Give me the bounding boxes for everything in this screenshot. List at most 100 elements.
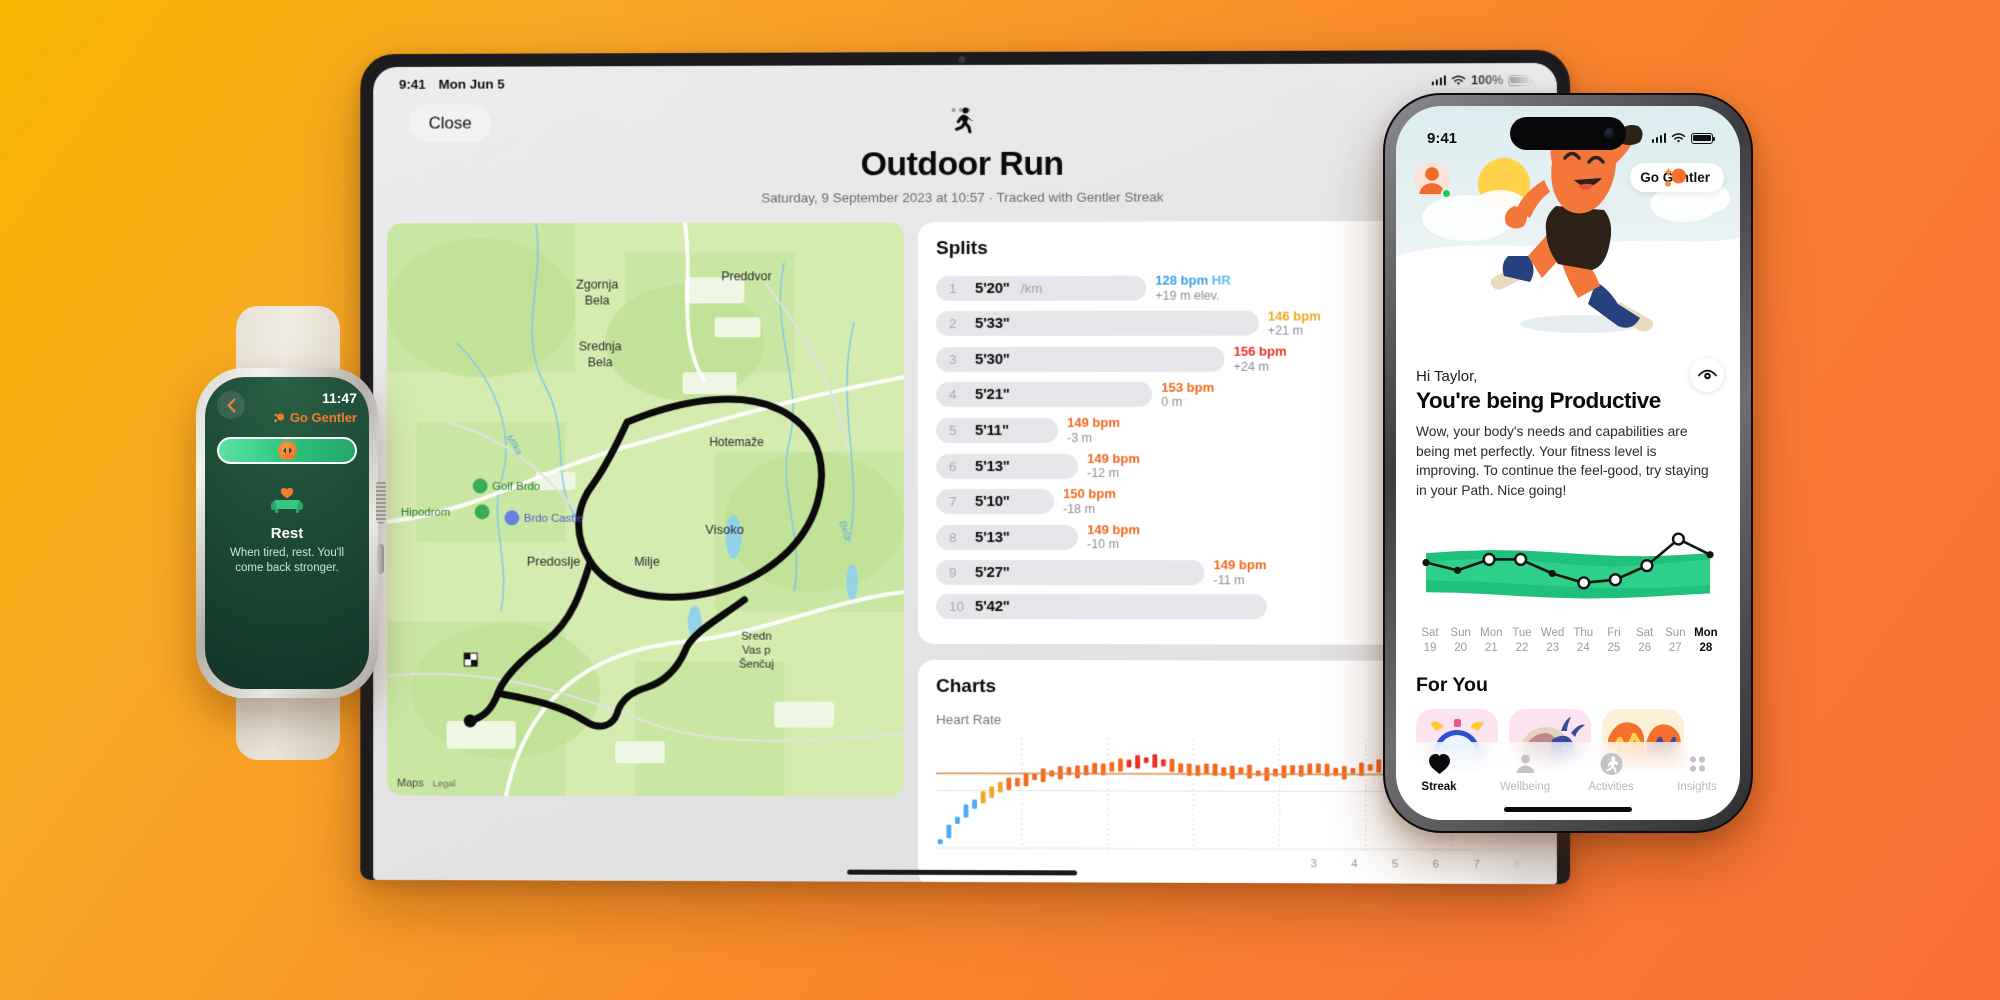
svg-text:Šenčuj: Šenčuj	[739, 658, 774, 671]
split-elevation: +19 m elev.	[1155, 288, 1220, 303]
split-index: 6	[949, 458, 957, 474]
gentler-path-slider[interactable]	[217, 437, 357, 464]
week-day-label[interactable]: Fri 25	[1602, 626, 1626, 655]
battery-icon	[1691, 132, 1716, 144]
split-elevation: -11 m	[1213, 573, 1245, 588]
digital-crown[interactable]	[376, 480, 386, 524]
rest-couch-heart-icon	[271, 487, 303, 513]
split-bar: 6 5'13"	[936, 453, 1079, 479]
week-day-label[interactable]: Sun 27	[1663, 626, 1687, 655]
split-index: 8	[949, 529, 957, 545]
ipad-home-indicator[interactable]	[847, 869, 1078, 876]
tab-wellbeing[interactable]: Wellbeing	[1490, 751, 1560, 793]
split-elevation: -10 m	[1087, 537, 1120, 552]
x-axis-tick: 3	[1310, 858, 1317, 871]
ipad-camera	[958, 55, 966, 64]
split-index: 1	[949, 280, 957, 296]
tab-label: Wellbeing	[1499, 781, 1551, 793]
split-pace-unit: /km	[1020, 280, 1043, 296]
svg-text:Srednja: Srednja	[579, 339, 622, 353]
svg-text:Vas p: Vas p	[742, 645, 770, 657]
split-metrics: 153 bpm 0 m	[1161, 379, 1214, 409]
day-of-week: Sat	[1421, 627, 1439, 640]
online-status-dot	[1441, 188, 1452, 199]
back-button[interactable]	[217, 391, 245, 419]
go-gentler-button[interactable]: Go Gentler	[1630, 163, 1724, 192]
svg-text:Preddvor: Preddvor	[721, 269, 771, 283]
iphone-device: 9:41 Go Gentler Hi Taylor, You're being …	[1383, 93, 1753, 833]
day-number: 21	[1484, 642, 1498, 655]
split-elevation: +21 m	[1267, 323, 1304, 338]
rest-title: Rest	[270, 525, 304, 542]
split-index: 9	[949, 565, 957, 581]
split-bar: 4 5'21"	[936, 382, 1153, 408]
split-pace: 5'42"	[975, 597, 1010, 615]
weekly-path-chart[interactable]	[1416, 513, 1720, 619]
x-axis-tick: 8	[1514, 858, 1521, 871]
day-of-week: Fri	[1607, 627, 1621, 640]
day-number: 24	[1576, 642, 1590, 655]
route-map[interactable]: Zgornja Bela Preddvor Srednja Bela Hotem…	[387, 222, 905, 797]
split-pace: 5'10"	[974, 493, 1010, 511]
split-bar: 7 5'10"	[936, 489, 1055, 515]
ipad-main-content: Zgornja Bela Preddvor Srednja Bela Hotem…	[373, 212, 1557, 885]
side-button[interactable]	[377, 544, 384, 574]
wellbeing-person-icon	[1513, 751, 1538, 777]
watch-case: 11:47 Go Gentler Rest When tired, rest. …	[196, 368, 386, 698]
gentler-sparkle-icon	[273, 413, 285, 422]
week-day-label[interactable]: Sat 19	[1418, 626, 1442, 655]
split-pace: 5'33"	[974, 315, 1010, 333]
split-index: 4	[949, 387, 957, 403]
svg-text:Visoko: Visoko	[705, 522, 744, 537]
tab-label: Activities	[1588, 781, 1634, 793]
tab-insights[interactable]: Insights	[1662, 751, 1732, 793]
iphone-status-time: 9:41	[1427, 129, 1458, 147]
watch-brand-label: Go Gentler	[289, 410, 357, 425]
x-axis-tick: 5	[1391, 858, 1399, 871]
split-elevation: -3 m	[1067, 430, 1093, 445]
avatar[interactable]	[1414, 162, 1452, 199]
split-bpm: 146 bpm	[1267, 308, 1321, 324]
day-number: 20	[1454, 642, 1468, 655]
x-axis-tick: 7	[1473, 858, 1480, 871]
day-of-week: Sun	[1450, 627, 1471, 640]
map-attribution: Maps Legal	[397, 777, 456, 789]
split-metrics: 149 bpm -10 m	[1087, 522, 1140, 552]
split-index: 2	[949, 316, 957, 332]
split-bpm: 149 bpm	[1067, 415, 1120, 431]
split-pace: 5'11"	[974, 421, 1009, 439]
week-day-label[interactable]: Tue 22	[1510, 626, 1534, 655]
front-camera-icon	[1604, 128, 1615, 139]
split-metrics: 149 bpm -11 m	[1213, 558, 1266, 588]
split-bar: 8 5'13"	[936, 524, 1079, 550]
cellular-signal-icon	[1651, 133, 1666, 143]
close-button[interactable]: Close	[408, 104, 492, 143]
week-day-label[interactable]: Thu 24	[1571, 626, 1595, 655]
day-of-week: Thu	[1573, 627, 1594, 640]
dynamic-island	[1510, 117, 1626, 150]
ipad-screen: 9:41 Mon Jun 5 100% ••• Close Outdoor Ru…	[373, 62, 1557, 885]
eye-visibility-icon	[1697, 369, 1717, 379]
day-number: 22	[1515, 642, 1529, 655]
for-you-heading: For You	[1416, 673, 1488, 696]
split-bar: 3 5'30"	[936, 346, 1225, 372]
eye-visibility-button[interactable]	[1690, 358, 1724, 392]
day-of-week: Mon	[1480, 627, 1503, 640]
svg-text:Hotemaže: Hotemaže	[709, 435, 764, 449]
legal-link[interactable]: Legal	[433, 779, 456, 790]
running-person-icon	[373, 105, 1557, 140]
x-axis-tick: 4	[1351, 858, 1358, 871]
week-day-label[interactable]: Sun 20	[1449, 626, 1473, 655]
svg-text:Brdo Castle: Brdo Castle	[524, 513, 584, 525]
week-day-label[interactable]: Mon 28	[1694, 626, 1718, 655]
week-day-label[interactable]: Sat 26	[1633, 626, 1657, 655]
split-pace: 5'21"	[974, 386, 1010, 404]
tab-activities[interactable]: Activities	[1576, 751, 1646, 793]
week-day-label[interactable]: Mon 21	[1479, 626, 1503, 655]
tab-streak[interactable]: Streak	[1404, 751, 1474, 793]
split-bpm: 156 bpm	[1233, 343, 1287, 359]
iphone-home-indicator[interactable]	[1504, 807, 1632, 812]
split-pace: 5'20"	[974, 279, 1010, 297]
svg-text:Hipodrom: Hipodrom	[401, 507, 450, 519]
week-day-label[interactable]: Wed 23	[1541, 626, 1565, 655]
